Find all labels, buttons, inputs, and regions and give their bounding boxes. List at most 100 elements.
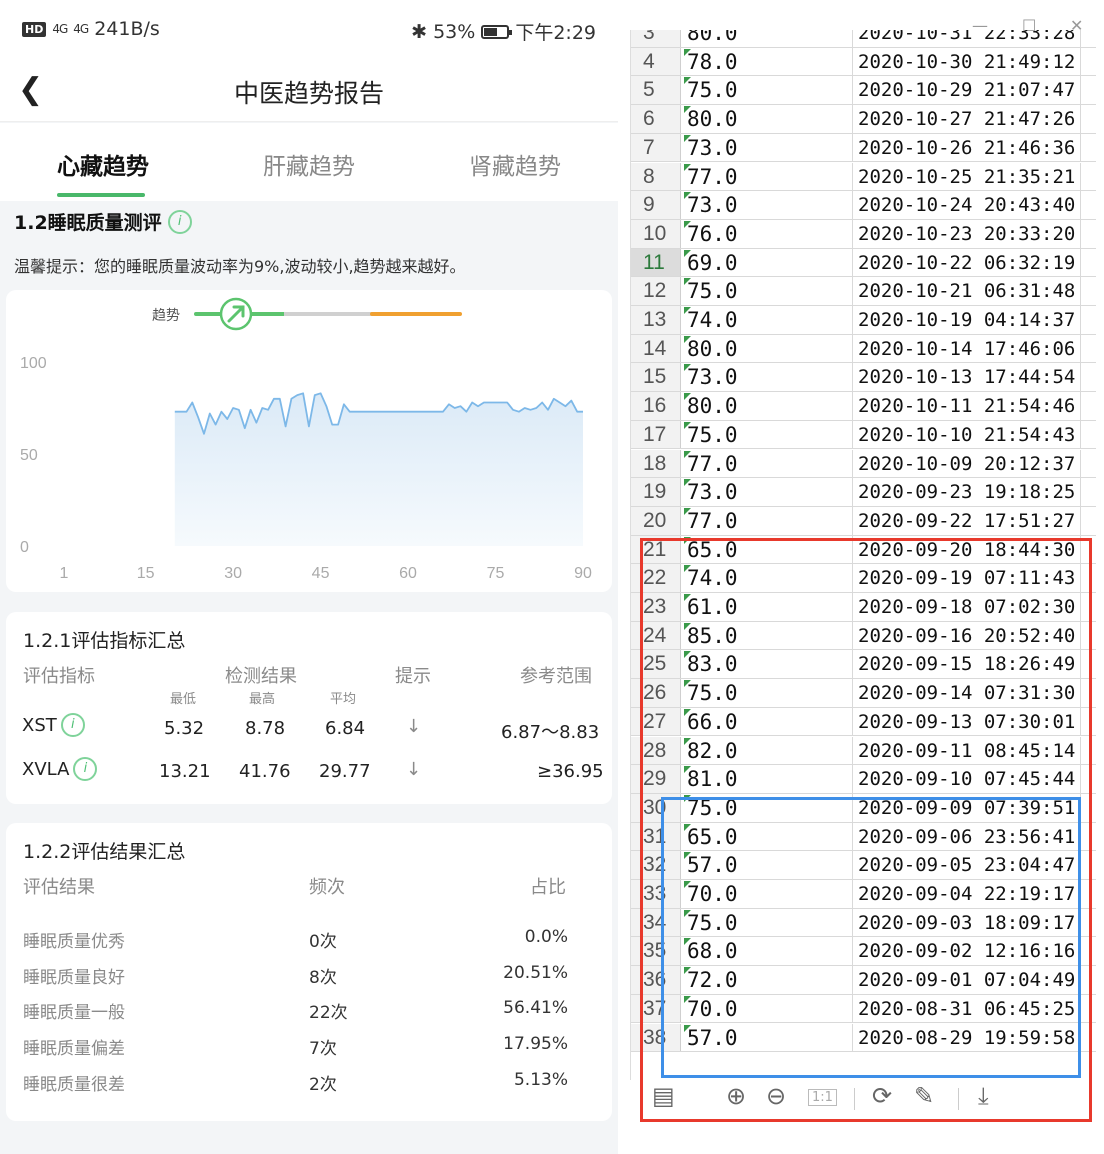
cell-timestamp[interactable]: 2020-10-11 21:54:46 (855, 392, 1081, 420)
row-number[interactable]: 23 (631, 593, 681, 621)
cell-score[interactable]: 82.0 (683, 736, 853, 765)
cell-timestamp[interactable]: 2020-10-31 22:33:28 (855, 30, 1081, 47)
row-number[interactable]: 33 (631, 880, 681, 908)
sheet-row[interactable]: 15 73.0 2020-10-13 17:44:54 (631, 363, 1096, 393)
row-number[interactable]: 10 (631, 219, 681, 248)
row-number[interactable]: 37 (631, 994, 681, 1023)
cell-score[interactable]: 85.0 (683, 621, 853, 650)
cell-score[interactable]: 75.0 (683, 76, 853, 105)
cell-timestamp[interactable]: 2020-10-14 17:46:06 (855, 334, 1081, 363)
cell-timestamp[interactable]: 2020-09-03 18:09:17 (855, 908, 1081, 937)
row-number[interactable]: 3 (631, 30, 681, 47)
cell-timestamp[interactable]: 2020-09-22 17:51:27 (855, 506, 1081, 535)
cell-timestamp[interactable]: 2020-09-04 22:19:17 (855, 880, 1081, 908)
row-number[interactable]: 34 (631, 908, 681, 937)
row-number[interactable]: 11 (631, 248, 681, 277)
sheet-row[interactable]: 36 72.0 2020-09-01 07:04:49 (631, 966, 1096, 995)
row-number[interactable]: 14 (631, 334, 681, 363)
cell-score[interactable]: 75.0 (683, 908, 853, 937)
row-number[interactable]: 28 (631, 736, 681, 765)
row-number[interactable]: 24 (631, 621, 681, 650)
cell-timestamp[interactable]: 2020-09-19 07:11:43 (855, 564, 1081, 592)
sheet-row[interactable]: 16 80.0 2020-10-11 21:54:46 (631, 392, 1096, 421)
cell-score[interactable]: 57.0 (683, 1023, 853, 1052)
cell-timestamp[interactable]: 2020-09-06 23:56:41 (855, 822, 1081, 851)
cell-score[interactable]: 69.0 (683, 248, 853, 277)
cell-score[interactable]: 73.0 (683, 363, 853, 392)
cell-timestamp[interactable]: 2020-09-23 19:18:25 (855, 478, 1081, 506)
cell-score[interactable]: 77.0 (683, 506, 853, 535)
sheet-row[interactable]: 25 83.0 2020-09-15 18:26:49 (631, 650, 1096, 680)
cell-timestamp[interactable]: 2020-10-09 20:12:37 (855, 449, 1081, 478)
download-icon[interactable]: ⤓ (978, 1082, 989, 1110)
row-number[interactable]: 32 (631, 851, 681, 879)
sheet-row[interactable]: 13 74.0 2020-10-19 04:14:37 (631, 306, 1096, 335)
sheet-row[interactable]: 12 75.0 2020-10-21 06:31:48 (631, 277, 1096, 306)
cell-timestamp[interactable]: 2020-10-19 04:14:37 (855, 306, 1081, 334)
sheet-row[interactable]: 10 76.0 2020-10-23 20:33:20 (631, 219, 1096, 249)
sheet-row[interactable]: 35 68.0 2020-09-02 12:16:16 (631, 937, 1096, 967)
cell-timestamp[interactable]: 2020-10-25 21:35:21 (855, 162, 1081, 191)
sheet-row[interactable]: 23 61.0 2020-09-18 07:02:30 (631, 593, 1096, 622)
row-number[interactable]: 9 (631, 191, 681, 219)
cell-score[interactable]: 57.0 (683, 851, 853, 879)
row-number[interactable]: 22 (631, 564, 681, 592)
cell-timestamp[interactable]: 2020-08-31 06:45:25 (855, 994, 1081, 1023)
sheet-row[interactable]: 27 66.0 2020-09-13 07:30:01 (631, 707, 1096, 737)
row-number[interactable]: 4 (631, 47, 681, 76)
tab-liver[interactable]: 肝藏趋势 (206, 147, 412, 181)
sheet-row[interactable]: 18 77.0 2020-10-09 20:12:37 (631, 449, 1096, 479)
row-number[interactable]: 19 (631, 478, 681, 506)
cell-timestamp[interactable]: 2020-10-13 17:44:54 (855, 363, 1081, 392)
cell-score[interactable]: 75.0 (683, 793, 853, 822)
cell-score[interactable]: 83.0 (683, 650, 853, 679)
cell-score[interactable]: 61.0 (683, 593, 853, 621)
sheet-row[interactable]: 8 77.0 2020-10-25 21:35:21 (631, 162, 1096, 192)
cell-score[interactable]: 70.0 (683, 994, 853, 1023)
cell-timestamp[interactable]: 2020-10-23 20:33:20 (855, 219, 1081, 248)
row-number[interactable]: 17 (631, 420, 681, 449)
row-number[interactable]: 18 (631, 449, 681, 478)
row-number[interactable]: 21 (631, 535, 681, 564)
cell-score[interactable]: 73.0 (683, 133, 853, 162)
row-number[interactable]: 7 (631, 133, 681, 162)
row-number[interactable]: 16 (631, 392, 681, 420)
sheet-row[interactable]: 14 80.0 2020-10-14 17:46:06 (631, 334, 1096, 364)
cell-score[interactable]: 78.0 (683, 47, 853, 76)
row-number[interactable]: 31 (631, 822, 681, 851)
cell-score[interactable]: 80.0 (683, 105, 853, 133)
sheet-row[interactable]: 24 85.0 2020-09-16 20:52:40 (631, 621, 1096, 651)
cell-timestamp[interactable]: 2020-09-01 07:04:49 (855, 966, 1081, 994)
cell-timestamp[interactable]: 2020-10-10 21:54:43 (855, 420, 1081, 449)
sheet-row[interactable]: 20 77.0 2020-09-22 17:51:27 (631, 506, 1096, 536)
row-number[interactable]: 12 (631, 277, 681, 305)
cell-timestamp[interactable]: 2020-09-16 20:52:40 (855, 621, 1081, 650)
sheet-row[interactable]: 4 78.0 2020-10-30 21:49:12 (631, 47, 1096, 77)
zoom-in-icon[interactable]: ⊕ (726, 1082, 746, 1110)
cell-score[interactable]: 65.0 (683, 535, 853, 564)
sheet-row[interactable]: 7 73.0 2020-10-26 21:46:36 (631, 133, 1096, 163)
cell-score[interactable]: 80.0 (683, 334, 853, 363)
info-icon[interactable]: i (60, 713, 85, 737)
cell-score[interactable]: 75.0 (683, 679, 853, 707)
row-number[interactable]: 13 (631, 306, 681, 334)
cell-score[interactable]: 77.0 (683, 449, 853, 478)
rotate-icon[interactable]: ⟳ (872, 1082, 892, 1110)
cell-score[interactable]: 75.0 (683, 420, 853, 449)
sheet-row[interactable]: 17 75.0 2020-10-10 21:54:43 (631, 420, 1096, 450)
cell-score[interactable]: 66.0 (683, 707, 853, 736)
sheet-row[interactable]: 11 69.0 2020-10-22 06:32:19 (631, 248, 1096, 278)
sheet-row[interactable]: 21 65.0 2020-09-20 18:44:30 (631, 535, 1096, 565)
sheet-row[interactable]: 31 65.0 2020-09-06 23:56:41 (631, 822, 1096, 852)
cell-timestamp[interactable]: 2020-09-18 07:02:30 (855, 593, 1081, 621)
sheet-row[interactable]: 28 82.0 2020-09-11 08:45:14 (631, 736, 1096, 766)
cell-score[interactable]: 73.0 (683, 478, 853, 506)
cell-timestamp[interactable]: 2020-09-14 07:31:30 (855, 679, 1081, 707)
row-number[interactable]: 25 (631, 650, 681, 679)
cell-timestamp[interactable]: 2020-10-30 21:49:12 (855, 47, 1081, 76)
sheet-row[interactable]: 5 75.0 2020-10-29 21:07:47 (631, 76, 1096, 106)
row-number[interactable]: 8 (631, 162, 681, 191)
cell-timestamp[interactable]: 2020-10-29 21:07:47 (855, 76, 1081, 105)
row-number[interactable]: 30 (631, 793, 681, 822)
cell-timestamp[interactable]: 2020-10-27 21:47:26 (855, 105, 1081, 133)
